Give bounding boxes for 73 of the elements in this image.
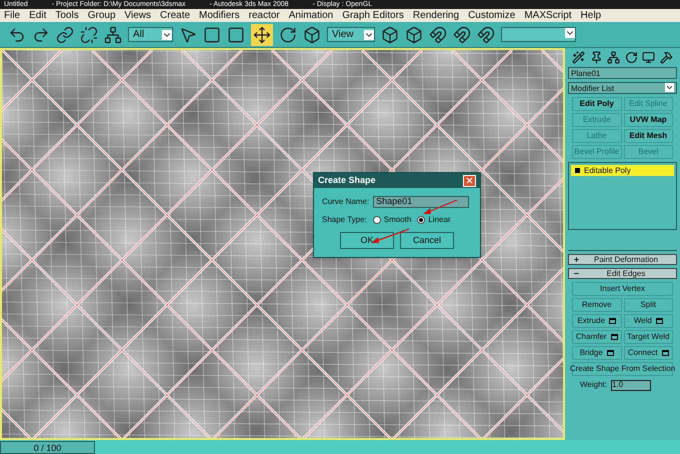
link-icon[interactable]	[56, 26, 74, 44]
dropdown-arrow-icon[interactable]	[162, 30, 172, 40]
display-tab-icon[interactable]	[642, 51, 656, 64]
cancel-button[interactable]: Cancel	[400, 232, 454, 249]
menu-item[interactable]: Create	[160, 8, 190, 23]
edge-button[interactable]: Target Weld	[624, 330, 673, 344]
menu-item[interactable]: Customize	[468, 8, 516, 23]
modifier-button[interactable]: UVW Map	[624, 113, 673, 127]
curve-name-label: Curve Name:	[322, 196, 370, 208]
snap-icon[interactable]	[429, 26, 447, 44]
menu-item[interactable]: Edit	[29, 8, 46, 23]
dialog-title: Create Shape	[318, 174, 376, 187]
menu-item[interactable]: Rendering	[412, 8, 460, 23]
viewport[interactable]: Create Shape Curve Name: Shape01 Shape Type: Smooth Linear OK Cancel	[0, 48, 565, 440]
modify-tab-icon[interactable]	[590, 51, 603, 64]
menu-item[interactable]: reactor	[248, 8, 280, 23]
edge-button[interactable]: Weld	[624, 314, 673, 328]
curve-name-field[interactable]: Shape01	[373, 196, 470, 208]
menu-item[interactable]: File	[4, 8, 20, 23]
select-icon[interactable]	[179, 26, 197, 44]
menu-item[interactable]: Graph Editors	[342, 8, 404, 23]
shape-type-radio[interactable]: Linear	[417, 214, 451, 226]
menu-item[interactable]: Group	[88, 8, 116, 23]
ok-button[interactable]: OK	[340, 232, 394, 249]
dropdown-arrow-icon[interactable]	[665, 83, 674, 92]
utilities-tab-icon[interactable]	[660, 51, 673, 64]
settings-window-icon	[609, 318, 616, 324]
menu-item[interactable]: Modifiers	[199, 8, 240, 23]
weight-field[interactable]: 1.0	[610, 380, 651, 390]
plus-icon	[573, 256, 580, 263]
named-selection-field[interactable]	[501, 27, 576, 42]
shape-type-label: Shape Type:	[322, 214, 367, 226]
modifier-list-dropdown[interactable]: Modifier List	[568, 82, 677, 94]
menu-item[interactable]: Views	[124, 8, 152, 23]
minus-icon	[573, 270, 580, 277]
dropdown-arrow-icon[interactable]	[364, 30, 374, 40]
menu-item[interactable]: Help	[580, 8, 602, 23]
settings-window-icon	[606, 350, 614, 356]
modifier-button[interactable]: Edit Mesh	[624, 129, 673, 143]
edge-button[interactable]: Chamfer	[572, 330, 622, 344]
redo-icon[interactable]	[32, 26, 50, 44]
time-slider-thumb[interactable]: 0 / 100	[0, 440, 95, 454]
edge-button[interactable]: Insert Vertex	[572, 282, 673, 296]
edge-button[interactable]: Remove	[572, 298, 622, 312]
menu-item[interactable]: Tools	[55, 8, 79, 23]
rollout-header[interactable]: Edit Edges	[568, 268, 677, 279]
dropdown-arrow-icon[interactable]	[565, 28, 575, 38]
edge-button[interactable]: Create Shape From Selection	[572, 362, 673, 376]
rollout-header[interactable]: Paint Deformation	[568, 254, 677, 265]
move-icon[interactable]	[253, 26, 271, 44]
menu-item[interactable]: Animation	[288, 8, 334, 23]
annotation-arrow	[422, 199, 458, 215]
weight-label: Weight:	[580, 379, 607, 391]
object-name-field[interactable]: Plane01	[568, 67, 677, 79]
modifier-button[interactable]: Edit Poly	[572, 97, 622, 111]
nodes-icon[interactable]	[104, 26, 122, 44]
menu-item[interactable]: MAXScript	[524, 8, 572, 23]
selection-filter-dropdown[interactable]: All	[128, 27, 173, 42]
settings-window-icon	[656, 318, 663, 324]
cube-icon[interactable]	[405, 26, 423, 44]
stack-item[interactable]: Editable Poly	[571, 165, 674, 176]
edge-button[interactable]: Extrude	[572, 314, 622, 328]
settings-window-icon	[610, 334, 618, 340]
undo-icon[interactable]	[8, 26, 26, 44]
reference-coordinate-dropdown[interactable]: View	[327, 27, 375, 42]
settings-window-icon	[662, 350, 669, 356]
edge-button[interactable]: Connect	[624, 346, 673, 360]
shape-type-radio[interactable]: Smooth	[372, 214, 412, 226]
rotate-icon[interactable]	[279, 26, 297, 44]
edge-button[interactable]: Split	[624, 298, 673, 312]
edge-button[interactable]: Bridge	[572, 346, 622, 360]
unlink-icon[interactable]	[80, 26, 98, 44]
square-icon	[575, 168, 580, 173]
